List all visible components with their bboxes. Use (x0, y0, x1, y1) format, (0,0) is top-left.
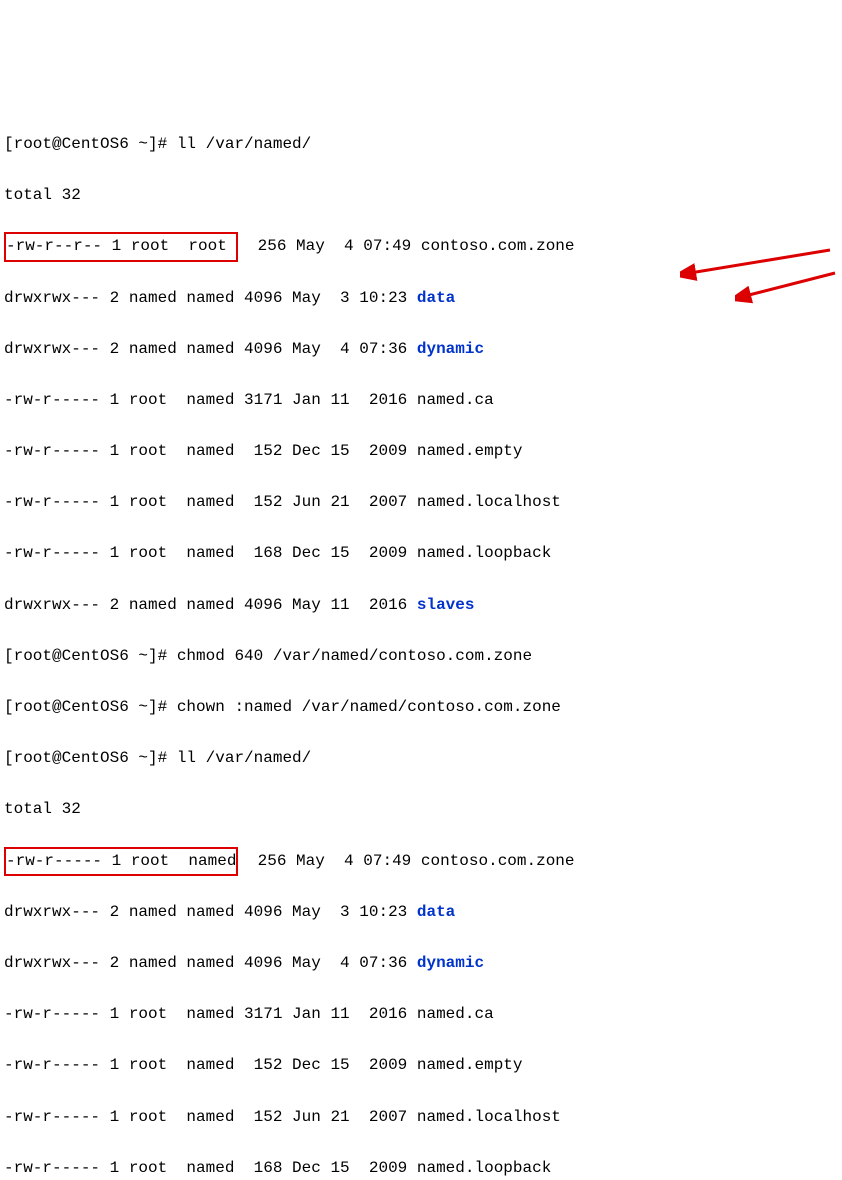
listing-row: -rw-r----- 1 root named 168 Dec 15 2009 … (4, 1156, 838, 1180)
total-line: total 32 (4, 797, 838, 823)
listing-row: drwxrwx--- 2 named named 4096 May 3 10:2… (4, 900, 838, 926)
listing-row: -rw-r----- 1 root named 256 May 4 07:49 … (4, 849, 838, 875)
command-text: chmod 640 /var/named/contoso.com.zone (177, 647, 532, 665)
filename: named.ca (417, 1005, 494, 1023)
prompt: [root@CentOS6 ~]# (4, 647, 177, 665)
filename: named.localhost (417, 1108, 561, 1126)
listing-row: -rw-r----- 1 root named 152 Jun 21 2007 … (4, 490, 838, 516)
listing-row: -rw-r----- 1 root named 3171 Jan 11 2016… (4, 388, 838, 414)
listing-row: drwxrwx--- 2 named named 4096 May 4 07:3… (4, 337, 838, 363)
command-line: [root@CentOS6 ~]# ll /var/named/ (4, 132, 838, 158)
dirname: data (417, 289, 455, 307)
listing-row: -rw-r----- 1 root named 3171 Jan 11 2016… (4, 1002, 838, 1028)
command-line: [root@CentOS6 ~]# ll /var/named/ (4, 746, 838, 772)
listing-row: -rw-r--r-- 1 root root 256 May 4 07:49 c… (4, 234, 838, 260)
listing-row: drwxrwx--- 2 named named 4096 May 3 10:2… (4, 286, 838, 312)
command-line: [root@CentOS6 ~]# chown :named /var/name… (4, 695, 838, 721)
filename: named.loopback (417, 544, 551, 562)
command-text: ll /var/named/ (177, 749, 311, 767)
filename: named.ca (417, 391, 494, 409)
listing-row: drwxrwx--- 2 named named 4096 May 4 07:3… (4, 951, 838, 977)
listing-row: -rw-r----- 1 root named 152 Jun 21 2007 … (4, 1105, 838, 1131)
listing-row: drwxrwx--- 2 named named 4096 May 11 201… (4, 593, 838, 619)
highlight-box-before: -rw-r--r-- 1 root root (4, 232, 238, 262)
command-text: ll /var/named/ (177, 135, 311, 153)
highlight-box-after: -rw-r----- 1 root named (4, 847, 238, 877)
command-line: [root@CentOS6 ~]# chmod 640 /var/named/c… (4, 644, 838, 670)
dirname: dynamic (417, 954, 484, 972)
total-line: total 32 (4, 183, 838, 209)
prompt: [root@CentOS6 ~]# (4, 698, 177, 716)
filename: named.localhost (417, 493, 561, 511)
filename: named.empty (417, 442, 523, 460)
dirname: data (417, 903, 455, 921)
listing-row: -rw-r----- 1 root named 152 Dec 15 2009 … (4, 439, 838, 465)
filename: named.loopback (417, 1159, 551, 1177)
dirname: slaves (417, 596, 475, 614)
listing-row: -rw-r----- 1 root named 168 Dec 15 2009 … (4, 541, 838, 567)
dirname: dynamic (417, 340, 484, 358)
prompt: [root@CentOS6 ~]# (4, 749, 177, 767)
terminal-output: [root@CentOS6 ~]# ll /var/named/ total 3… (4, 106, 838, 1180)
listing-row: -rw-r----- 1 root named 152 Dec 15 2009 … (4, 1053, 838, 1079)
filename: contoso.com.zone (421, 852, 575, 870)
filename: named.empty (417, 1056, 523, 1074)
command-text: chown :named /var/named/contoso.com.zone (177, 698, 561, 716)
filename: contoso.com.zone (421, 237, 575, 255)
prompt: [root@CentOS6 ~]# (4, 135, 177, 153)
